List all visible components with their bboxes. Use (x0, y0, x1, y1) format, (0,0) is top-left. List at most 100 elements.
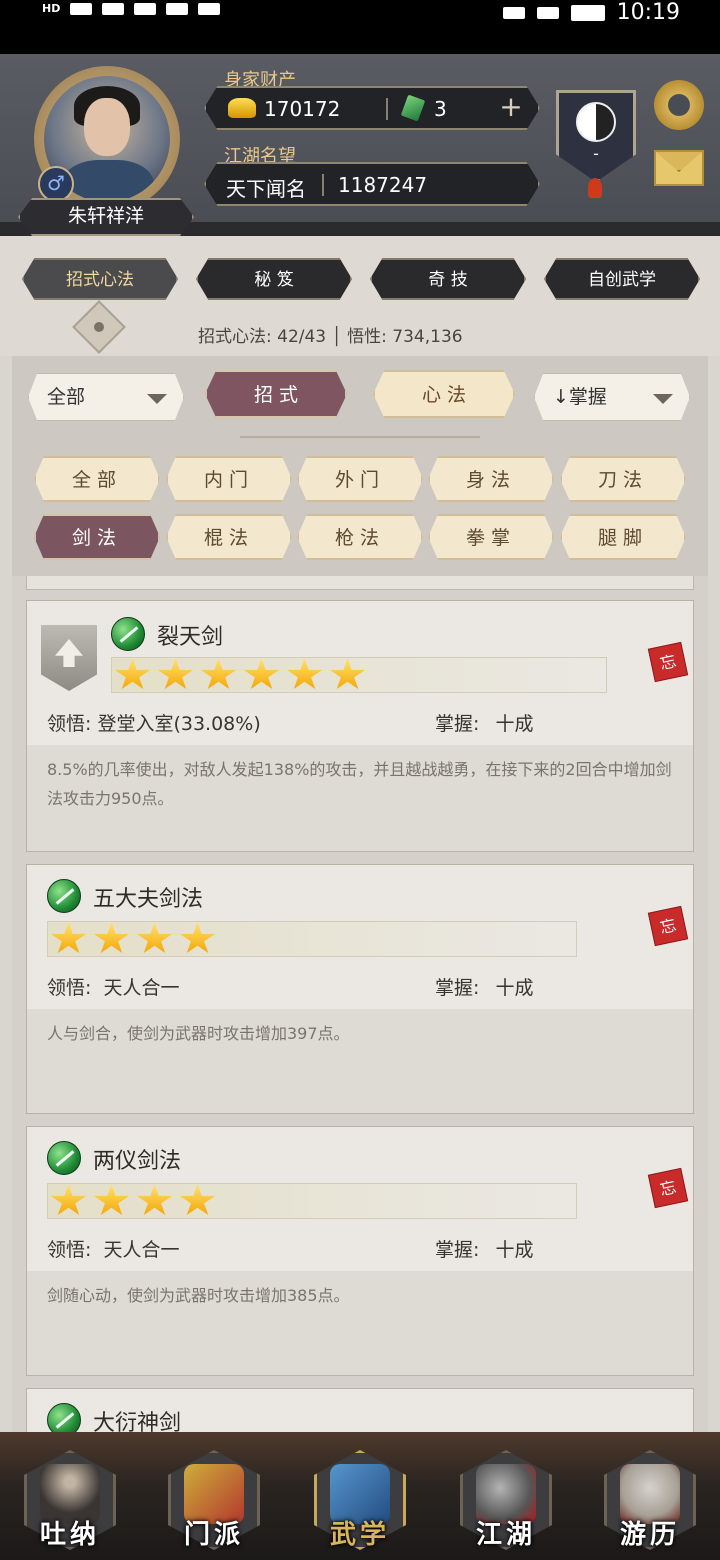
forget-button[interactable]: 忘 (647, 1167, 689, 1209)
category-dropdown[interactable]: 全部 (28, 373, 184, 421)
nav-label: 游历 (619, 1520, 680, 1550)
star-icon (50, 1184, 87, 1215)
chip-fist-palm[interactable]: 拳掌 (428, 514, 554, 560)
star-icon (200, 658, 237, 689)
star-icon (157, 658, 194, 689)
skill-card[interactable]: 两仪剑法 领悟: 天人合一 掌握: 十成 忘 剑随心动，使剑为武器时攻击增加38… (26, 1126, 694, 1376)
mastery: 掌握: 十成 (435, 973, 533, 1000)
comprehension-value: 登堂入室(33.08%) (97, 713, 261, 735)
clock: 10:19 (616, 0, 680, 25)
tassel-icon (588, 178, 602, 198)
nav-sect[interactable]: 门派 (164, 1446, 264, 1556)
sword-skill-icon (111, 617, 145, 651)
type-moves-button[interactable]: 招 式 (205, 370, 347, 418)
nfc-icon (502, 6, 525, 19)
comprehension-value: 天人合一 (103, 1239, 180, 1261)
star-icon (286, 658, 323, 689)
sword-skill-icon (47, 879, 81, 913)
tab-moves-methods[interactable]: 招式心法 (22, 258, 178, 300)
skill-name: 裂天剑 (157, 625, 224, 650)
cart-icon (198, 2, 221, 15)
player-name[interactable]: 朱轩祥洋 (18, 198, 194, 236)
gold-ingot-icon (228, 98, 256, 118)
forget-button[interactable]: 忘 (647, 905, 689, 947)
nav-jianghu[interactable]: 江湖 (456, 1446, 556, 1556)
fame-bar: 天下闻名 1187247 (204, 162, 540, 206)
add-currency-button[interactable]: + (496, 93, 526, 123)
tab-special-skills[interactable]: 奇 技 (370, 258, 526, 300)
star-icon (114, 658, 151, 689)
comprehension-label: 领悟: (47, 1239, 92, 1261)
mastery-value: 十成 (495, 977, 534, 999)
status-bar: HD 10:19 (0, 0, 720, 54)
wifi-icon (134, 2, 157, 15)
skill-description: 8.5%的几率使出，对敌人发起138%的攻击，并且越战越勇，在接下来的2回合中增… (47, 760, 672, 808)
mastery: 掌握: 十成 (435, 1235, 533, 1262)
chevron-down-icon (147, 394, 167, 404)
chip-leg-kick[interactable]: 腿脚 (560, 514, 686, 560)
divider (322, 174, 324, 196)
chip-all[interactable]: 全部 (34, 456, 160, 502)
chip-movement[interactable]: 身法 (428, 456, 554, 502)
nav-label: 门派 (183, 1520, 244, 1550)
chevron-down-icon (653, 394, 673, 404)
mastery-label: 掌握: (435, 1239, 480, 1261)
star-icon (179, 922, 216, 953)
star-icon (179, 1184, 216, 1215)
gear-icon[interactable] (654, 80, 704, 130)
list-top-edge (26, 576, 694, 590)
star-icon (93, 1184, 130, 1215)
chip-blade[interactable]: 刀法 (560, 456, 686, 502)
vibrate-icon (536, 6, 559, 19)
fame-value: 1187247 (338, 173, 428, 197)
chip-inner-sect[interactable]: 内门 (166, 456, 292, 502)
chip-staff[interactable]: 棍法 (166, 514, 292, 560)
chip-sword[interactable]: 剑法 (34, 514, 160, 560)
skill-card[interactable]: 五大夫剑法 领悟: 天人合一 掌握: 十成 忘 人与剑合，使剑为武器时攻击增加3… (26, 864, 694, 1114)
type-methods-button[interactable]: 心 法 (373, 370, 515, 418)
comprehension: 领悟: 天人合一 (47, 973, 179, 1000)
comprehension-value: 天人合一 (103, 977, 180, 999)
divider (386, 98, 388, 120)
chip-spear[interactable]: 枪法 (297, 514, 423, 560)
nav-label: 江湖 (475, 1520, 536, 1550)
forget-button[interactable]: 忘 (647, 641, 689, 683)
star-icon (93, 922, 130, 953)
nav-label: 吐纳 (39, 1520, 100, 1550)
male-icon: ♂ (38, 166, 74, 202)
mastery-label: 掌握: (435, 977, 480, 999)
sect-banner[interactable]: - (556, 70, 638, 198)
star-icon (136, 922, 173, 953)
skill-card[interactable]: 大衍神剑 (26, 1388, 694, 1437)
gold-amount: 170172 (264, 97, 341, 121)
avatar-body (62, 160, 154, 202)
mastery-value: 十成 (495, 1239, 534, 1261)
signal-icon-2 (102, 2, 125, 15)
nav-martial-arts[interactable]: 武学 (310, 1446, 410, 1556)
comprehension: 领悟: 登堂入室(33.08%) (47, 709, 261, 736)
nav-travel[interactable]: 游历 (600, 1446, 700, 1556)
nav-label: 武学 (329, 1520, 390, 1550)
mastery-label: 掌握: (435, 713, 480, 735)
star-icon (136, 1184, 173, 1215)
avatar-face (84, 98, 130, 156)
nav-breathing[interactable]: 吐纳 (20, 1446, 120, 1556)
chip-outer-sect[interactable]: 外门 (297, 456, 423, 502)
star-icon (243, 658, 280, 689)
mail-icon[interactable] (654, 150, 704, 186)
taiji-icon (576, 102, 616, 142)
fame-title: 天下闻名 (226, 177, 306, 201)
skill-card[interactable]: 裂天剑 领悟: 登堂入室(33.08%) 掌握: 十成 忘 8.5%的几率使出，… (26, 600, 694, 852)
skill-description: 剑随心动，使剑为武器时攻击增加385点。 (47, 1286, 350, 1305)
tab-custom-martial-arts[interactable]: 自创武学 (544, 258, 700, 300)
sort-dropdown[interactable]: ↓掌握 (534, 373, 690, 421)
skill-name: 两仪剑法 (93, 1149, 182, 1174)
signal-icon (70, 2, 93, 15)
star-icon (50, 922, 87, 953)
star-icon (329, 658, 366, 689)
mastery-value: 十成 (495, 713, 534, 735)
tab-secret-books[interactable]: 秘 笈 (196, 258, 352, 300)
jade-icon (400, 94, 426, 122)
sort-dropdown-value: ↓掌握 (553, 386, 607, 408)
wealth-bar: 170172 3 + (204, 86, 540, 130)
